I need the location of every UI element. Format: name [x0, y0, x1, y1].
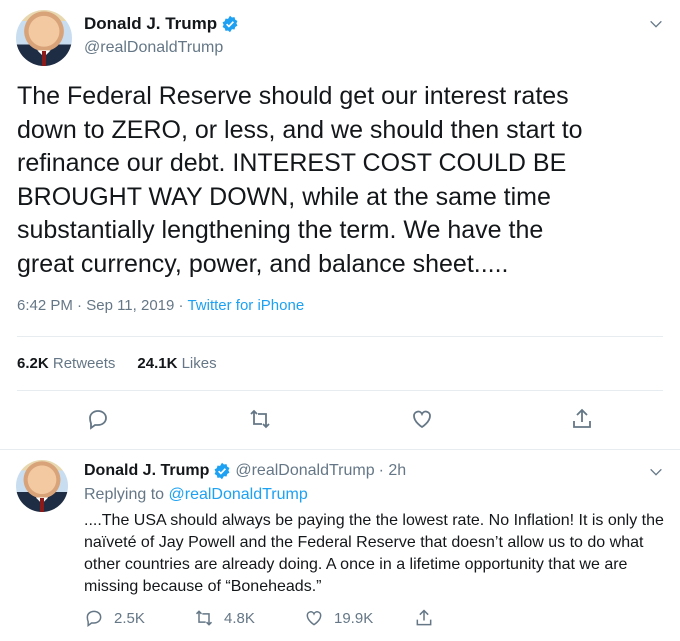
tweet-stats: 6.2K Retweets 24.1K Likes	[17, 355, 217, 372]
retweet-icon[interactable]	[248, 407, 272, 431]
reply-actions: 2.5K 4.8K 19.9K	[84, 608, 524, 628]
divider	[17, 390, 663, 391]
like-count: 19.9K	[334, 609, 374, 627]
tweet-actions	[0, 403, 680, 433]
share-icon[interactable]	[414, 608, 434, 628]
reply-reply-button[interactable]: 2.5K	[84, 608, 194, 628]
share-icon[interactable]	[570, 407, 594, 431]
reply-icon[interactable]	[84, 608, 104, 628]
replying-prefix: Replying to	[84, 486, 165, 503]
like-icon[interactable]	[410, 407, 434, 431]
verified-icon	[213, 462, 231, 480]
avatar[interactable]	[16, 460, 68, 512]
tweet-text: The Federal Reserve should get our inter…	[17, 82, 583, 278]
reply-time[interactable]: · 2h	[379, 462, 407, 480]
reply-like-button[interactable]: 19.9K	[304, 608, 414, 628]
likes-count: 24.1K	[137, 355, 178, 372]
retweets-stat[interactable]: 6.2K Retweets	[17, 355, 115, 372]
retweet-count: 4.8K	[224, 609, 255, 627]
author-name[interactable]: Donald J. Trump	[84, 462, 209, 480]
author-handle[interactable]: @realDonaldTrump	[235, 462, 374, 480]
author-handle[interactable]: @realDonaldTrump	[84, 39, 223, 57]
retweets-label: Retweets	[52, 355, 116, 372]
replying-to-link[interactable]: @realDonaldTrump	[169, 486, 308, 503]
chevron-down-icon[interactable]	[648, 16, 664, 32]
reply-count: 2.5K	[114, 609, 145, 627]
reply-text: ....The USA should always be paying the …	[84, 512, 664, 595]
reply-author-row: Donald J. Trump @realDonaldTrump · 2h	[84, 462, 406, 480]
reply-retweet-button[interactable]: 4.8K	[194, 608, 304, 628]
chevron-down-icon[interactable]	[648, 464, 664, 480]
author-name[interactable]: Donald J. Trump	[84, 14, 217, 34]
tweet-source[interactable]: Twitter for iPhone	[187, 297, 304, 314]
retweets-count: 6.2K	[17, 355, 49, 372]
divider	[17, 336, 663, 337]
retweet-icon[interactable]	[194, 608, 214, 628]
likes-stat[interactable]: 24.1K Likes	[137, 355, 216, 372]
meta-separator: ·	[77, 297, 83, 314]
reply-tweet[interactable]: Donald J. Trump @realDonaldTrump · 2h Re…	[0, 450, 680, 641]
tweet-time: 6:42 PM	[17, 297, 73, 314]
meta-separator: ·	[178, 297, 184, 314]
replying-to: Replying to @realDonaldTrump	[84, 486, 308, 504]
tweet-date[interactable]: Sep 11, 2019	[86, 297, 174, 314]
like-icon[interactable]	[304, 608, 324, 628]
reply-share-button[interactable]	[414, 608, 524, 628]
likes-label: Likes	[181, 355, 217, 372]
main-tweet: Donald J. Trump @realDonaldTrump The Fed…	[0, 0, 680, 450]
tweet-meta: 6:42 PM · Sep 11, 2019 · Twitter for iPh…	[17, 297, 304, 314]
reply-icon[interactable]	[86, 407, 110, 431]
author-row: Donald J. Trump	[84, 14, 239, 34]
verified-icon	[221, 15, 239, 33]
avatar[interactable]	[16, 10, 72, 66]
